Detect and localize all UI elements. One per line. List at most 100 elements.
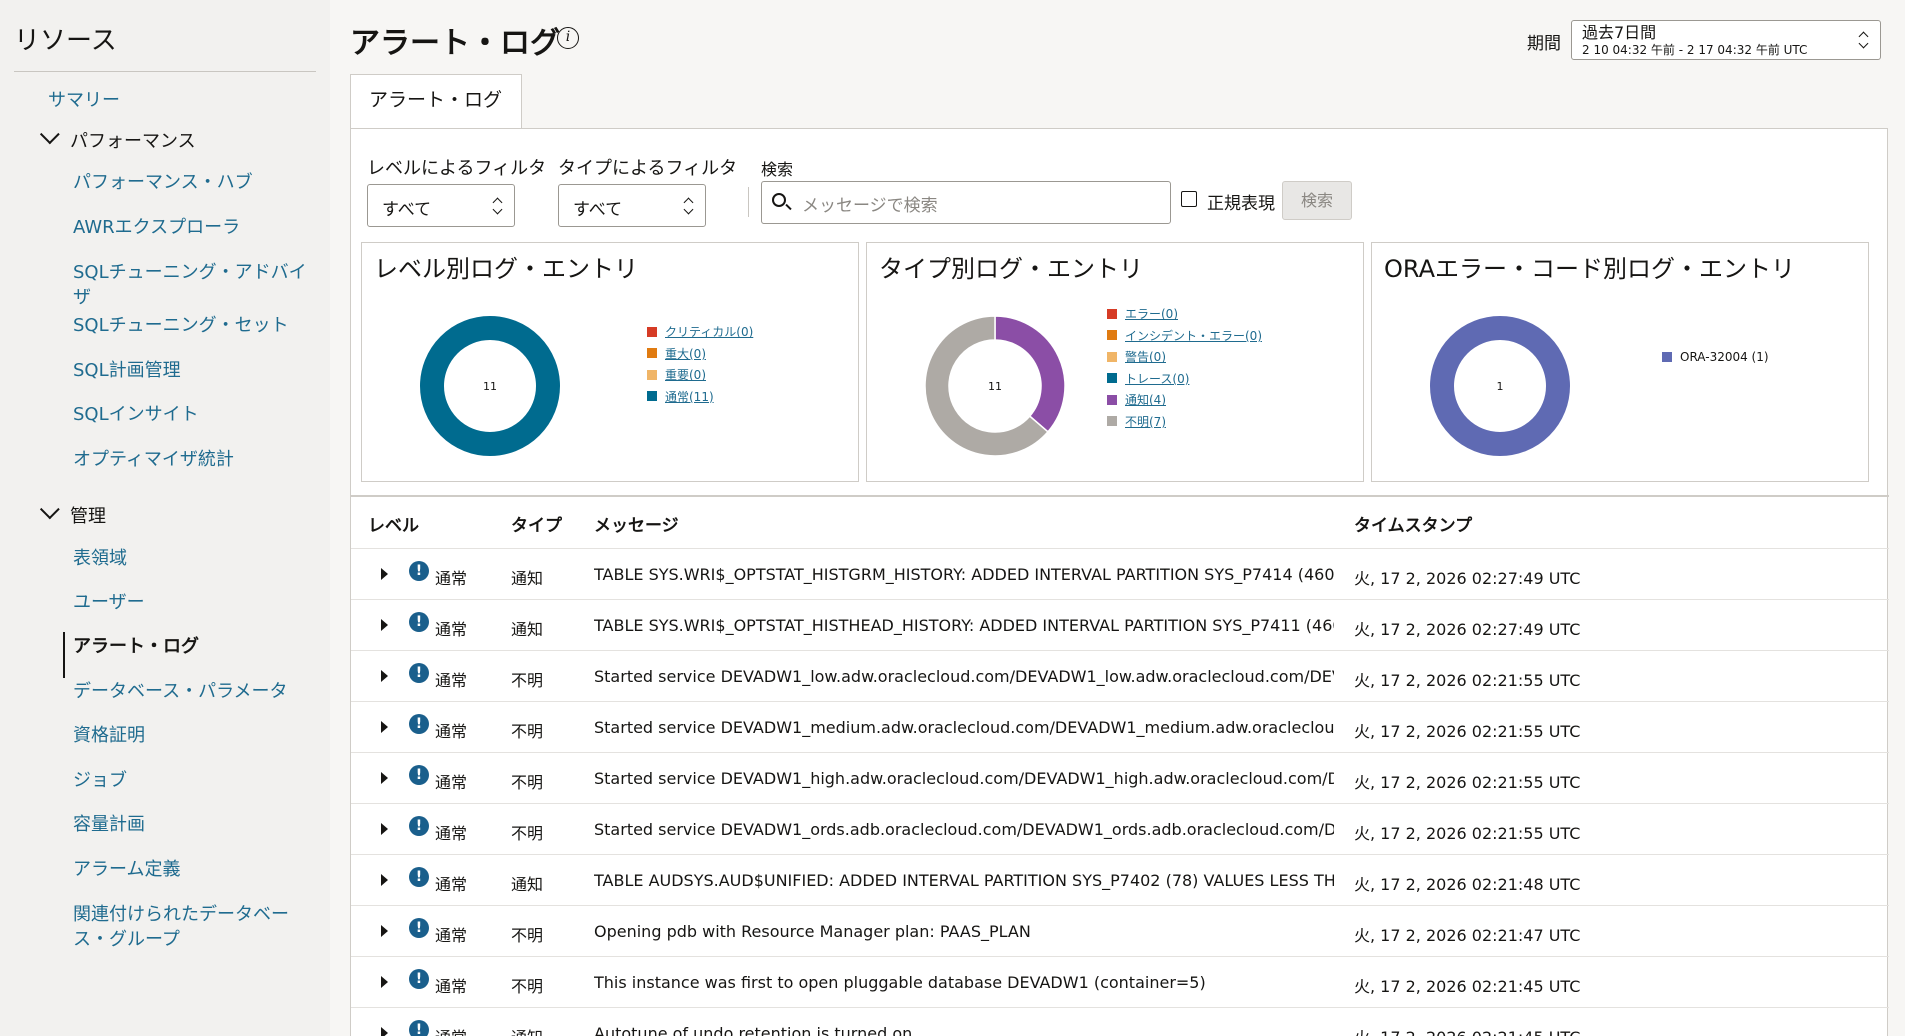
expand-row-icon[interactable] [381, 823, 388, 835]
legend-item[interactable]: エラー(0) [1107, 303, 1262, 325]
period-value: 過去7日間 [1582, 23, 1657, 42]
sidebar-item-label: アラート・ログ [73, 636, 199, 657]
alert-log-panel: レベルによるフィルタ すべて タイプによるフィルタ すべて 検索 メッセージで検… [350, 128, 1889, 1036]
table-row[interactable]: ! 通常 不明 Started service DEVADW1_low.adw.ora… [351, 650, 1889, 701]
expand-row-icon[interactable] [381, 925, 388, 937]
period-range: 2 10 04:32 午前 - 2 17 04:32 午前 UTC [1582, 43, 1808, 57]
tab-alert-log[interactable]: アラート・ログ [350, 74, 522, 129]
table-row[interactable]: ! 通常 不明 Started service DEVADW1_medium.adw.… [351, 701, 1889, 752]
legend-swatch [1107, 351, 1117, 362]
cell-timestamp: 火, 17 2, 2026 02:21:55 UTC [1354, 824, 1581, 843]
sidebar-item[interactable]: 管理 [39, 499, 320, 529]
sidebar-item[interactable]: 関連付けられたデータベース・グループ [73, 902, 313, 952]
donut-slice[interactable] [994, 315, 1066, 433]
cell-message: Started service DEVADW1_high.adw.oraclec… [594, 769, 1334, 788]
sidebar-item-label: SQL計画管理 [73, 360, 181, 381]
legend-label[interactable]: インシデント・エラー(0) [1125, 327, 1262, 344]
table-row[interactable]: ! 通常 通知 TABLE AUDSYS.AUD$UNIFIED: ADDED INT… [351, 854, 1889, 905]
donut-chart: 1 [1430, 316, 1570, 456]
expand-row-icon[interactable] [381, 568, 388, 580]
level-filter-select[interactable]: すべて [367, 184, 515, 227]
chart-card: レベル別ログ・エントリ 11 クリティカル(0) 重大(0) 重要(0) 通常(11) [361, 242, 859, 482]
sidebar-item[interactable]: サマリー [48, 88, 318, 113]
legend-item[interactable]: クリティカル(0) [647, 321, 753, 343]
sidebar-item[interactable]: SQLチューニング・セット [73, 313, 313, 338]
cell-message: Autotune of undo retention is turned on. [594, 1024, 918, 1036]
column-header-level[interactable]: レベル [368, 511, 419, 536]
sidebar-item[interactable]: 資格証明 [73, 723, 313, 748]
sidebar-item[interactable]: SQLチューニング・アドバイザ [73, 260, 313, 310]
sidebar-item[interactable]: アラーム定義 [73, 857, 313, 882]
level-normal-icon: ! [409, 561, 429, 581]
sidebar-item[interactable]: 容量計画 [73, 812, 313, 837]
chart-legend: ORA-32004 (1) [1662, 346, 1769, 368]
legend-label[interactable]: クリティカル(0) [665, 323, 753, 340]
sidebar-item[interactable]: パフォーマンス・ハブ [73, 170, 313, 195]
expand-row-icon[interactable] [381, 772, 388, 784]
search-placeholder: メッセージで検索 [802, 196, 938, 216]
legend-item[interactable]: 重要(0) [647, 364, 753, 386]
table-row[interactable]: ! 通常 不明 Started service DEVADW1_high.adw.or… [351, 752, 1889, 803]
period-select[interactable]: 過去7日間 2 10 04:32 午前 - 2 17 04:32 午前 UTC [1571, 20, 1881, 60]
table-row[interactable]: ! 通常 通知 Autotune of undo retention is turne… [351, 1007, 1889, 1036]
column-header-timestamp[interactable]: タイムスタンプ [1354, 511, 1472, 536]
legend-item[interactable]: 通知(4) [1107, 389, 1262, 411]
info-icon[interactable]: i [557, 27, 579, 49]
legend-item[interactable]: 重大(0) [647, 343, 753, 365]
expand-row-icon[interactable] [381, 721, 388, 733]
search-label: 検索 [761, 160, 794, 179]
cell-type: 通知 [511, 875, 544, 894]
column-header-type[interactable]: タイプ [511, 511, 562, 536]
cell-level: 通常 [435, 977, 468, 996]
legend-label[interactable]: 不明(7) [1125, 413, 1166, 430]
cell-level: 通常 [435, 824, 468, 843]
search-input[interactable]: メッセージで検索 [761, 181, 1171, 224]
cell-type: 不明 [511, 926, 544, 945]
cell-timestamp: 火, 17 2, 2026 02:21:45 UTC [1354, 977, 1581, 996]
table-row[interactable]: ! 通常 不明 This instance was first to open plu… [351, 956, 1889, 1007]
column-header-message[interactable]: メッセージ [594, 511, 679, 536]
legend-item[interactable]: インシデント・エラー(0) [1107, 325, 1262, 347]
legend-item: ORA-32004 (1) [1662, 346, 1769, 368]
table-row[interactable]: ! 通常 不明 Started service DEVADW1_ords.adb.or… [351, 803, 1889, 854]
legend-item[interactable]: 不明(7) [1107, 411, 1262, 433]
legend-item[interactable]: 通常(11) [647, 386, 753, 408]
sidebar-item[interactable]: ユーザー [73, 590, 313, 615]
expand-row-icon[interactable] [381, 874, 388, 886]
legend-label[interactable]: 重大(0) [665, 345, 706, 362]
expand-row-icon[interactable] [381, 976, 388, 988]
sidebar-item[interactable]: データベース・パラメータ [73, 679, 313, 704]
sidebar-item[interactable]: AWRエクスプローラ [73, 215, 313, 240]
cell-level: 通常 [435, 569, 468, 588]
table-row[interactable]: ! 通常 通知 TABLE SYS.WRI$_OPTSTAT_HISTHEAD_HIS… [351, 599, 1889, 650]
select-stepper-icon [492, 197, 502, 215]
sidebar-item[interactable]: 表領域 [73, 546, 313, 571]
legend-swatch [1107, 308, 1117, 319]
sidebar-item[interactable]: アラート・ログ [73, 634, 313, 659]
expand-row-icon[interactable] [381, 670, 388, 682]
legend-label[interactable]: エラー(0) [1125, 305, 1178, 322]
table-top-rule [351, 495, 1889, 497]
legend-label[interactable]: 重要(0) [665, 366, 706, 383]
sidebar-item[interactable]: SQL計画管理 [73, 358, 313, 383]
sidebar-item[interactable]: パフォーマンス [39, 124, 320, 154]
regex-checkbox[interactable] [1181, 191, 1197, 207]
type-filter-select[interactable]: すべて [558, 184, 706, 227]
table-row[interactable]: ! 通常 通知 TABLE SYS.WRI$_OPTSTAT_HISTGRM_HIST… [351, 548, 1889, 599]
sidebar-item[interactable]: ジョブ [73, 768, 313, 793]
table-row[interactable]: ! 通常 不明 Opening pdb with Resource Manager p… [351, 905, 1889, 956]
legend-label[interactable]: 通常(11) [665, 388, 714, 405]
legend-item[interactable]: トレース(0) [1107, 368, 1262, 390]
legend-label[interactable]: 警告(0) [1125, 348, 1166, 365]
legend-label[interactable]: 通知(4) [1125, 391, 1166, 408]
expand-row-icon[interactable] [381, 1027, 388, 1036]
sidebar-item[interactable]: オプティマイザ統計 [73, 447, 313, 472]
cell-type: 通知 [511, 1024, 543, 1036]
sidebar-item[interactable]: SQLインサイト [73, 402, 313, 427]
sidebar-item-label: 管理 [70, 506, 106, 527]
legend-item[interactable]: 警告(0) [1107, 346, 1262, 368]
search-button[interactable]: 検索 [1282, 181, 1352, 220]
legend-label[interactable]: トレース(0) [1125, 370, 1189, 387]
expand-row-icon[interactable] [381, 619, 388, 631]
cell-timestamp: 火, 17 2, 2026 02:21:47 UTC [1354, 926, 1581, 945]
